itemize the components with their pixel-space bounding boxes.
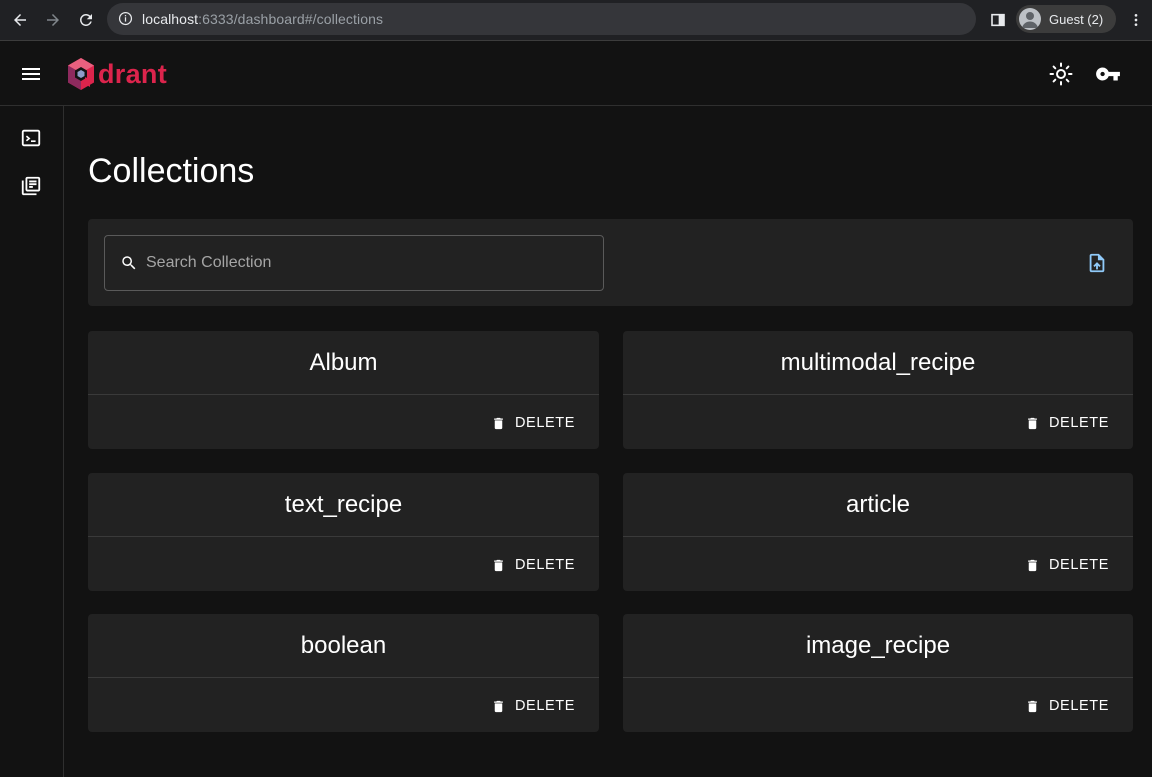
profile-button[interactable]: Guest (2) bbox=[1016, 5, 1116, 33]
reload-icon bbox=[79, 13, 92, 26]
sidebar bbox=[0, 106, 64, 777]
site-info-icon[interactable] bbox=[118, 11, 133, 26]
sidebar-item-collections[interactable] bbox=[19, 174, 43, 198]
logo-text: drant bbox=[98, 58, 167, 89]
trash-icon bbox=[494, 559, 503, 571]
delete-label: DELETE bbox=[1048, 698, 1109, 714]
collection-name[interactable]: image_recipe bbox=[623, 614, 1133, 678]
app-header: drant bbox=[0, 41, 1152, 106]
api-key-icon bbox=[1096, 67, 1120, 81]
upload-snapshot-icon bbox=[1089, 253, 1105, 273]
trash-icon bbox=[1028, 559, 1037, 571]
profile-label: Guest (2) bbox=[1049, 12, 1104, 27]
collection-name[interactable]: multimodal_recipe bbox=[623, 331, 1133, 395]
side-panel-icon bbox=[991, 13, 1005, 27]
theme-toggle-icon bbox=[1049, 62, 1073, 86]
trash-icon bbox=[1028, 417, 1037, 429]
browser-menu-button[interactable] bbox=[1124, 8, 1148, 32]
collection-card[interactable]: multimodal_recipe DELETE bbox=[623, 331, 1133, 449]
delete-button[interactable]: DELETE bbox=[1025, 555, 1109, 575]
qdrant-logo[interactable]: drant bbox=[66, 54, 167, 94]
back-button[interactable] bbox=[8, 8, 32, 32]
collections-toolbar bbox=[88, 219, 1133, 306]
delete-label: DELETE bbox=[514, 557, 575, 573]
delete-label: DELETE bbox=[1048, 415, 1109, 431]
url-host: localhost bbox=[142, 11, 199, 27]
browser-toolbar: localhost:6333/dashboard#/collections Gu… bbox=[0, 0, 1152, 41]
search-input[interactable] bbox=[146, 236, 586, 290]
collection-name[interactable]: article bbox=[623, 473, 1133, 537]
reload-button[interactable] bbox=[74, 8, 98, 32]
theme-toggle-button[interactable] bbox=[1048, 61, 1074, 87]
collection-card[interactable]: article DELETE bbox=[623, 473, 1133, 591]
arrow-left-icon bbox=[14, 14, 26, 26]
qdrant-logo-icon bbox=[68, 58, 94, 90]
upload-snapshot-button[interactable] bbox=[1085, 251, 1109, 275]
collection-name[interactable]: text_recipe bbox=[88, 473, 599, 537]
collection-card[interactable]: image_recipe DELETE bbox=[623, 614, 1133, 732]
side-panel-button[interactable] bbox=[986, 8, 1010, 32]
sidebar-item-console[interactable] bbox=[19, 126, 43, 150]
collection-card[interactable]: text_recipe DELETE bbox=[88, 473, 599, 591]
address-bar[interactable]: localhost:6333/dashboard#/collections bbox=[107, 3, 976, 35]
console-icon bbox=[21, 129, 41, 147]
forward-button[interactable] bbox=[41, 8, 65, 32]
avatar bbox=[1019, 8, 1041, 30]
trash-icon bbox=[494, 700, 503, 712]
collection-name[interactable]: boolean bbox=[88, 614, 599, 678]
menu-button[interactable] bbox=[19, 62, 43, 86]
url-text: localhost:6333/dashboard#/collections bbox=[142, 11, 383, 27]
trash-icon bbox=[1028, 700, 1037, 712]
delete-label: DELETE bbox=[1048, 557, 1109, 573]
delete-button[interactable]: DELETE bbox=[491, 413, 575, 433]
collection-card[interactable]: Album DELETE bbox=[88, 331, 599, 449]
trash-icon bbox=[494, 417, 503, 429]
page-title: Collections bbox=[88, 152, 255, 190]
delete-button[interactable]: DELETE bbox=[1025, 413, 1109, 433]
menu-icon bbox=[22, 68, 40, 80]
search-field[interactable] bbox=[104, 235, 604, 291]
delete-label: DELETE bbox=[514, 415, 575, 431]
delete-button[interactable]: DELETE bbox=[491, 696, 575, 716]
search-icon bbox=[122, 256, 136, 270]
delete-button[interactable]: DELETE bbox=[1025, 696, 1109, 716]
delete-label: DELETE bbox=[514, 698, 575, 714]
person-icon bbox=[1022, 12, 1038, 28]
collection-name[interactable]: Album bbox=[88, 331, 599, 395]
collection-card[interactable]: boolean DELETE bbox=[88, 614, 599, 732]
delete-button[interactable]: DELETE bbox=[491, 555, 575, 575]
collections-icon bbox=[21, 176, 41, 196]
arrow-right-icon bbox=[47, 14, 59, 26]
api-key-button[interactable] bbox=[1095, 61, 1121, 87]
more-vert-icon bbox=[1134, 14, 1138, 26]
url-path: :6333/dashboard#/collections bbox=[198, 11, 384, 27]
